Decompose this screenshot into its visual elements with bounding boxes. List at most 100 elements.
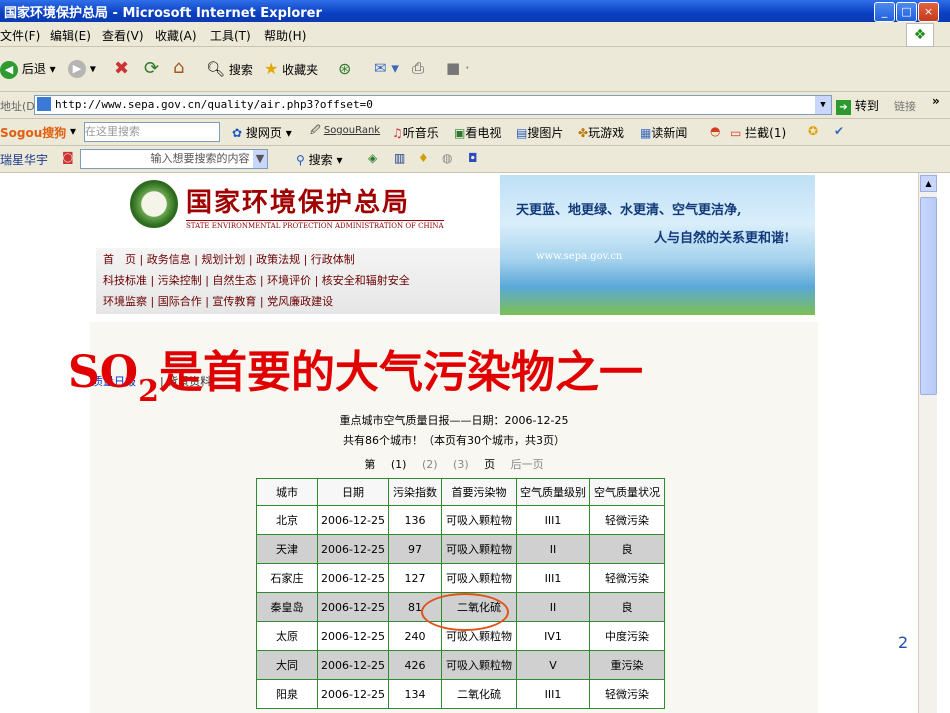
pager-prefix: 第 — [364, 458, 376, 471]
cell-level: V — [516, 650, 590, 680]
home-icon[interactable]: ⌂ — [173, 57, 184, 78]
pager: 第 (1) (2) (3) 页 后一页 — [90, 456, 818, 472]
sogou-rank-label: SogouRank — [323, 125, 381, 136]
col-pollutant: 首要污染物 — [441, 478, 517, 506]
forward-arrow-icon: ▶ — [68, 60, 86, 78]
address-dropdown-icon[interactable]: ▼ — [815, 96, 831, 114]
menu-favorites[interactable]: 收藏(A) — [155, 27, 197, 44]
music-icon: ♫ — [392, 126, 403, 140]
org-name: 国家环境保护总局 — [186, 188, 411, 218]
cell-pollutant: 可吸入颗粒物 — [441, 650, 517, 680]
cell-pollutant: 可吸入颗粒物 — [441, 534, 517, 564]
sogou-search-input[interactable]: 在这里搜索 — [84, 122, 220, 142]
close-button[interactable]: × — [918, 2, 939, 22]
chevron-right-icon[interactable]: » — [932, 94, 940, 108]
sogou-rank[interactable]: 🖉︎ SogouRank — [310, 123, 380, 140]
check-icon[interactable]: ✔ — [834, 124, 844, 138]
minimize-button[interactable]: _ — [874, 2, 895, 22]
popup-icon: ▭ — [730, 126, 742, 140]
edit-icon[interactable]: ■ · — [446, 59, 470, 77]
sogou-logo[interactable]: Sogou搜狗 — [0, 124, 66, 141]
favorites-button[interactable]: ★ 收藏夹 — [264, 59, 318, 78]
cell-status: 轻微污染 — [589, 505, 665, 535]
menu-help[interactable]: 帮助(H) — [264, 27, 306, 44]
tool4-icon[interactable]: ◍ — [442, 151, 452, 165]
ctx-placeholder: 输入想要搜索的内容 — [150, 152, 250, 165]
logo-icon[interactable]: ◙ — [62, 150, 74, 164]
cell-pollutant: 可吸入颗粒物 — [441, 563, 517, 593]
menu-bar: 文件(F) 编辑(E) 查看(V) 收藏(A) 工具(T) 帮助(H) ❖ — [0, 22, 950, 47]
org-name-en: STATE ENVIRONMENTAL PROTECTION ADMINISTR… — [186, 220, 444, 230]
cell-level: II — [516, 534, 590, 564]
medal-icon[interactable]: ✪ — [808, 124, 818, 138]
ctx-search-button[interactable]: ⚲ 搜索 ▾ — [296, 151, 342, 168]
links-button[interactable]: 链接 — [894, 98, 916, 114]
window-title-bar[interactable]: 国家环境保护总局 - Microsoft Internet Explorer _… — [0, 0, 950, 22]
menu-file[interactable]: 文件(F) — [0, 27, 40, 44]
cell-city: 阳泉 — [256, 679, 318, 709]
page-2-link[interactable]: (2) — [422, 458, 438, 471]
search-button[interactable]: 🔍︎ 搜索 — [206, 60, 253, 78]
page-3-link[interactable]: (3) — [453, 458, 469, 471]
favorites-label: 收藏夹 — [282, 63, 319, 77]
star-icon: ★ — [264, 59, 279, 78]
sogou-tv[interactable]: ▣看电视 — [454, 124, 501, 141]
chevron-down-icon[interactable]: ▾ — [70, 124, 76, 138]
forward-button[interactable]: ▶ ▾ — [68, 60, 96, 78]
sogou-web-search[interactable]: ✿ 搜网页 ▾ — [232, 124, 292, 141]
tool1-icon[interactable]: ◈ — [368, 151, 377, 165]
headline-subscript: 2 — [138, 374, 159, 409]
news-icon: ▦ — [640, 126, 652, 140]
site-banner-right: 天更蓝、地更绿、水更清、空气更洁净, 人与自然的关系更和谐! www.sepa.… — [500, 175, 815, 487]
print-icon[interactable]: ⎙ — [412, 59, 424, 77]
table-row: 北京 2006-12-25 136 可吸入颗粒物 III1 轻微污染 — [256, 505, 665, 535]
tool2-icon[interactable]: ▥ — [394, 151, 405, 165]
tool5-icon[interactable]: ◘ — [468, 151, 478, 165]
back-label: 后退 — [21, 62, 46, 76]
ctx-search-input[interactable]: 输入想要搜索的内容 ▼ — [80, 149, 268, 169]
maximize-button[interactable]: □ — [896, 2, 917, 22]
sogou-news[interactable]: ▦读新闻 — [640, 124, 687, 141]
scroll-up-icon[interactable]: ▲ — [920, 175, 937, 192]
headline-text: 是首要的大气污染物之一 — [158, 347, 643, 398]
col-index: 污染指数 — [388, 478, 442, 506]
refresh-icon[interactable]: ⟳ — [144, 58, 159, 79]
address-bar: 地址(D) http://www.sepa.gov.cn/quality/air… — [0, 92, 950, 119]
go-button[interactable]: ➔ 转到 — [836, 97, 879, 115]
cell-level: IV1 — [516, 621, 590, 651]
search-icon: 🔍︎ — [206, 60, 226, 78]
next-page-link[interactable]: 后一页 — [511, 458, 544, 471]
ctx-label: 瑞星华宇 — [0, 153, 49, 167]
menu-tools[interactable]: 工具(T) — [210, 27, 251, 44]
tool3-icon[interactable]: ♦ — [418, 151, 429, 165]
block-icon[interactable]: ◓ — [710, 124, 720, 138]
cell-date: 2006-12-25 — [317, 534, 389, 564]
cell-pollutant: 二氧化硫 — [441, 679, 517, 709]
nav-line-2[interactable]: 科技标准 | 污染控制 | 自然生态 | 环境评价 | 核安全和辐射安全 — [103, 272, 410, 288]
cell-date: 2006-12-25 — [317, 621, 389, 651]
sogou-music[interactable]: ♫听音乐 — [392, 124, 439, 141]
stop-icon[interactable]: ✖ — [114, 58, 129, 79]
menu-edit[interactable]: 编辑(E) — [50, 27, 91, 44]
mail-icon[interactable]: ✉ ▾ — [374, 59, 399, 77]
col-status: 空气质量状况 — [589, 478, 665, 506]
back-button[interactable]: ◀ 后退 ▾ — [0, 60, 56, 79]
nav-line-3[interactable]: 环境监察 | 国际合作 | 宣传教育 | 党风廉政建设 — [103, 293, 333, 309]
nav-line-1[interactable]: 首 页 | 政务信息 | 规划计划 | 政策法规 | 行政体制 — [103, 251, 355, 267]
sogou-games[interactable]: ✤玩游戏 — [578, 124, 624, 141]
cell-city: 天津 — [256, 534, 318, 564]
popup-blocker[interactable]: ▭ 拦截(1) — [730, 124, 786, 141]
vertical-scrollbar[interactable]: ▲ — [918, 173, 937, 713]
ctx-dropdown-icon[interactable]: ▼ — [253, 150, 267, 168]
menu-view[interactable]: 查看(V) — [102, 27, 144, 44]
col-date: 日期 — [317, 478, 389, 506]
col-city: 城市 — [256, 478, 318, 506]
scroll-thumb[interactable] — [920, 197, 937, 395]
sogou-images[interactable]: ▤搜图片 — [516, 124, 563, 141]
report-summary: 共有86个城市！（本页有30个城市，共3页） — [343, 434, 565, 447]
address-input[interactable]: http://www.sepa.gov.cn/quality/air.php3?… — [34, 95, 832, 115]
cell-index: 97 — [388, 534, 442, 564]
cell-city: 大同 — [256, 650, 318, 680]
history-icon[interactable]: ⊛ — [338, 59, 351, 78]
slide-headline: SO2是首要的大气污染物之一 — [68, 336, 643, 409]
